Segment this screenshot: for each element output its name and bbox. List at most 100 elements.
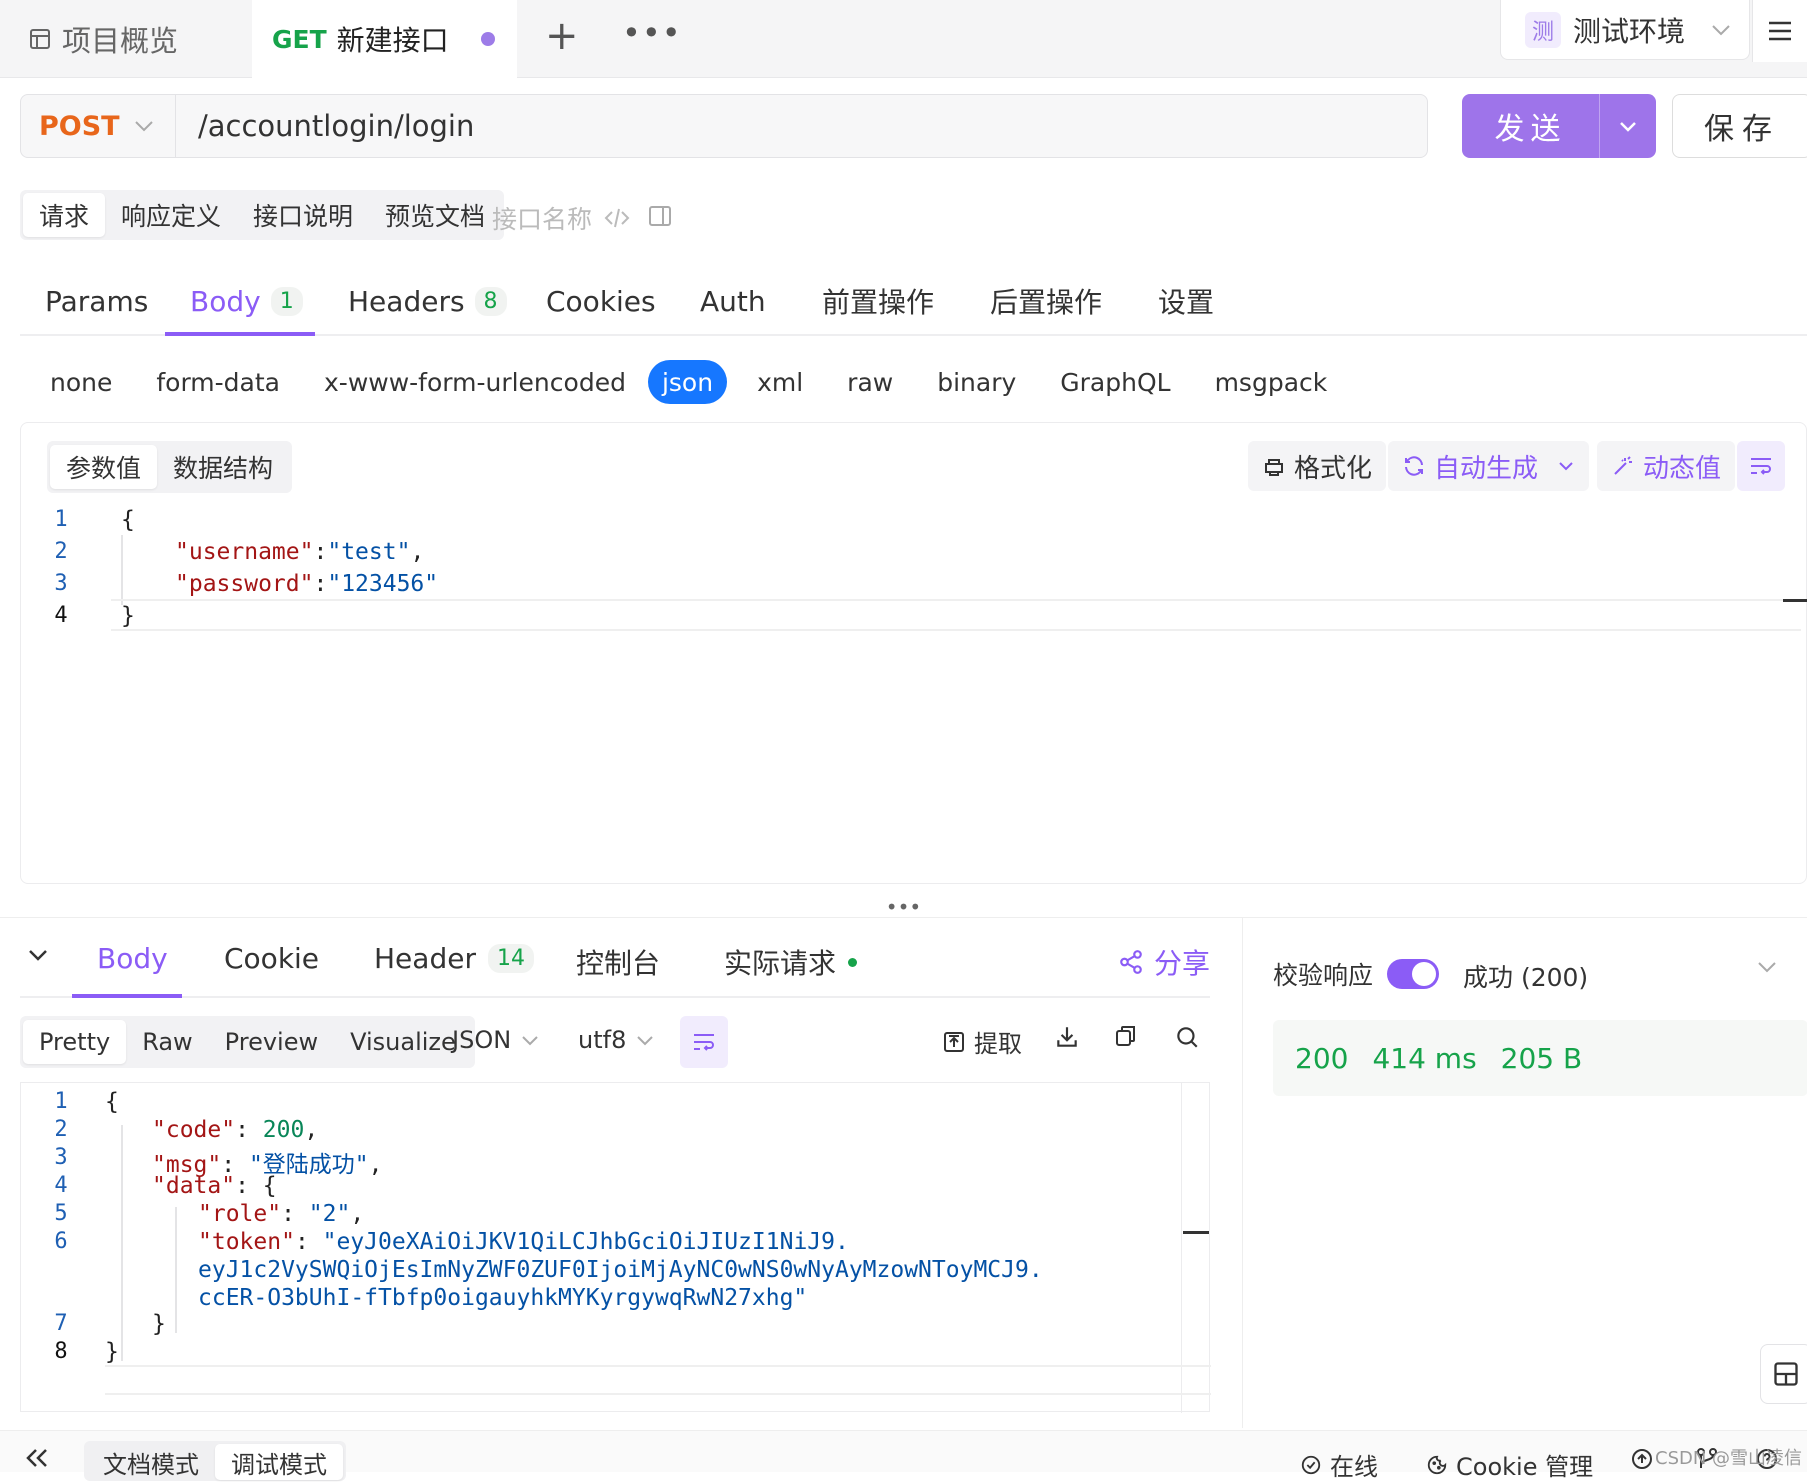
- body-type-msgpack[interactable]: msgpack: [1193, 360, 1350, 404]
- tab-params[interactable]: Params: [45, 278, 148, 324]
- extract-button[interactable]: 提取: [942, 1024, 1022, 1059]
- rtab-actual-request[interactable]: 实际请求: [724, 942, 858, 982]
- mode-data-schema[interactable]: 数据结构: [157, 445, 289, 489]
- section-preview-docs[interactable]: 预览文档: [369, 193, 501, 237]
- chevron-down-icon: [636, 1034, 654, 1046]
- tab-settings-label: 设置: [1158, 286, 1215, 319]
- json-brace: }: [121, 603, 135, 629]
- menu-icon[interactable]: [1752, 0, 1807, 62]
- encoding-select[interactable]: utf8: [578, 1026, 654, 1054]
- tab-auth[interactable]: Auth: [700, 278, 766, 324]
- tab-cookies[interactable]: Cookies: [546, 278, 656, 324]
- body-type-raw[interactable]: raw: [825, 360, 915, 404]
- request-section-switch: 请求 响应定义 接口说明 预览文档: [20, 190, 505, 240]
- code-line-wrapped: eyJ1c2VySWQiOjEsImNyZWF0ZUF0IjoiMjAyNC0w…: [198, 1257, 1043, 1283]
- body-type-binary[interactable]: binary: [915, 360, 1038, 404]
- json-colon: :: [313, 571, 328, 597]
- method-select[interactable]: POST: [21, 95, 176, 157]
- tab-body-count: 1: [270, 286, 303, 316]
- chevron-down-icon: [1711, 23, 1731, 37]
- body-type-selector: none form-data x-www-form-urlencoded jso…: [20, 356, 1349, 408]
- indent-guide: [121, 535, 123, 605]
- tab-post-ops[interactable]: 后置操作: [990, 278, 1102, 324]
- download-icon[interactable]: [1054, 1024, 1080, 1050]
- api-name-field[interactable]: 接口名称: [492, 200, 630, 236]
- body-type-urlencoded[interactable]: x-www-form-urlencoded: [302, 360, 648, 404]
- upload-icon[interactable]: [1630, 1447, 1654, 1471]
- tab-project-overview[interactable]: 项目概览: [0, 0, 250, 78]
- tab-headers[interactable]: Headers 8: [348, 278, 507, 324]
- cookie-manager[interactable]: Cookie 管理: [1426, 1447, 1593, 1482]
- environment-select[interactable]: 测 测试环境: [1500, 0, 1750, 60]
- format-select[interactable]: JSON: [452, 1026, 539, 1054]
- rtab-header[interactable]: Header 14: [374, 942, 534, 975]
- section-api-docs[interactable]: 接口说明: [237, 193, 369, 237]
- format-button[interactable]: 格式化: [1248, 441, 1387, 491]
- response-body-viewer[interactable]: 1 2 3 4 5 6 7 8 { "code": 200, "msg": "登…: [20, 1082, 1211, 1413]
- layout-toggle-icon[interactable]: [1760, 1344, 1807, 1404]
- rtab-body-label: Body: [97, 942, 168, 975]
- copy-icon[interactable]: [1114, 1024, 1138, 1048]
- section-response-def[interactable]: 响应定义: [105, 193, 237, 237]
- save-button[interactable]: 保存: [1672, 94, 1807, 158]
- chevron-down-icon[interactable]: [1757, 960, 1777, 974]
- collapse-sidebar-icon[interactable]: [24, 1447, 50, 1469]
- verify-toggle[interactable]: [1387, 959, 1440, 989]
- body-type-none[interactable]: none: [20, 360, 134, 404]
- body-type-form-data[interactable]: form-data: [134, 360, 302, 404]
- share-button[interactable]: 分享: [1118, 942, 1210, 982]
- mode-param-values[interactable]: 参数值: [50, 445, 158, 489]
- more-icon[interactable]: •••: [622, 14, 682, 52]
- dynamic-value-button[interactable]: 动态值: [1597, 441, 1736, 491]
- json-punct: ,: [350, 1201, 365, 1227]
- body-type-xml[interactable]: xml: [727, 360, 825, 404]
- tab-pre-ops-label: 前置操作: [822, 286, 935, 319]
- search-icon[interactable]: [1174, 1024, 1200, 1050]
- autogen-options-chevron-icon[interactable]: [1543, 441, 1589, 491]
- check-circle-icon: [1300, 1454, 1322, 1476]
- json-string: "2": [308, 1201, 351, 1227]
- section-request[interactable]: 请求: [23, 193, 106, 237]
- code-line[interactable]: "password":"123456": [175, 571, 438, 597]
- rtab-body[interactable]: Body: [97, 942, 168, 975]
- word-wrap-icon[interactable]: [680, 1016, 728, 1068]
- rtab-cookie[interactable]: Cookie: [224, 942, 319, 975]
- online-status[interactable]: 在线: [1300, 1447, 1378, 1482]
- top-tab-bar: 项目概览 GET 新建接口 + ••• 测 测试环境: [0, 0, 1807, 78]
- view-raw[interactable]: Raw: [126, 1020, 208, 1064]
- tab-new-endpoint[interactable]: GET 新建接口: [252, 0, 517, 78]
- result-select[interactable]: 成功 (200): [1463, 958, 1588, 994]
- code-line[interactable]: }: [121, 603, 135, 629]
- view-pretty[interactable]: Pretty: [23, 1020, 127, 1064]
- pane-resize-handle[interactable]: •••: [0, 895, 1807, 919]
- code-line[interactable]: "username":"test",: [175, 539, 424, 565]
- json-number: 200: [262, 1117, 305, 1143]
- active-tab-underline: [72, 994, 182, 998]
- doc-mode[interactable]: 文档模式: [87, 1444, 215, 1480]
- extract-label: 提取: [974, 1030, 1022, 1058]
- tab-headers-label: Headers: [348, 284, 465, 318]
- code-line[interactable]: {: [121, 507, 135, 533]
- rtab-header-count: 14: [487, 944, 534, 973]
- view-preview[interactable]: Preview: [209, 1020, 334, 1064]
- watermark: CSDN @雪山凌信: [1655, 1448, 1803, 1469]
- url-input[interactable]: /accountlogin/login: [176, 109, 474, 143]
- status-code: 200: [1295, 1041, 1349, 1075]
- send-options-chevron-icon[interactable]: [1600, 94, 1656, 158]
- code-line: }: [152, 1311, 166, 1337]
- body-type-json[interactable]: json: [647, 360, 728, 404]
- send-button[interactable]: 发送: [1462, 94, 1600, 158]
- tab-body[interactable]: Body 1: [190, 278, 303, 324]
- line-number: 3: [54, 571, 68, 596]
- editor-mode-switch: 参数值 数据结构: [47, 441, 293, 493]
- json-key: "data": [152, 1173, 236, 1199]
- body-type-graphql[interactable]: GraphQL: [1038, 360, 1192, 404]
- side-panel-icon[interactable]: [648, 204, 672, 228]
- tab-settings[interactable]: 设置: [1158, 278, 1214, 324]
- json-punct: ,: [368, 1152, 383, 1178]
- word-wrap-icon[interactable]: [1737, 441, 1785, 491]
- add-tab-icon[interactable]: +: [545, 16, 579, 56]
- tab-pre-ops[interactable]: 前置操作: [822, 278, 934, 324]
- debug-mode[interactable]: 调试模式: [215, 1444, 343, 1480]
- rtab-console[interactable]: 控制台: [576, 942, 660, 982]
